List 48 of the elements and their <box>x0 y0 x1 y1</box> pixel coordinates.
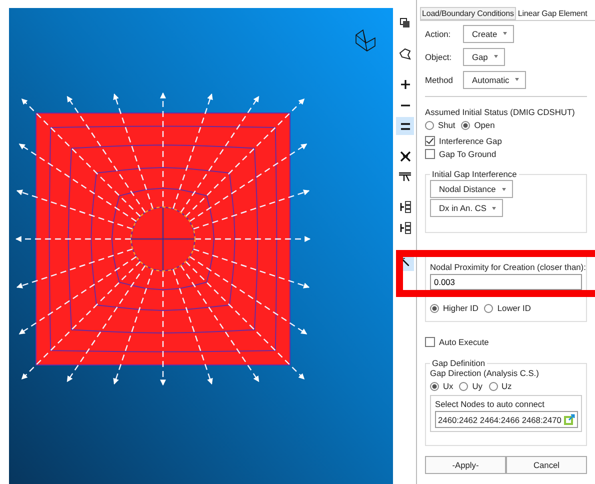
radio-option[interactable]: Shut <box>425 120 456 130</box>
radio-option[interactable]: Higher ID <box>430 303 478 313</box>
radio-option[interactable]: Uy <box>459 381 482 391</box>
radio-option[interactable]: Lower ID <box>484 303 531 313</box>
dialog-button[interactable]: -Apply- <box>425 456 506 474</box>
caret-icon <box>494 55 498 58</box>
radio-option[interactable]: Ux <box>430 381 454 391</box>
list-icon <box>400 222 410 234</box>
pick-icon[interactable] <box>564 414 575 425</box>
equal-icon <box>400 122 410 130</box>
field-label: Gap Direction (Analysis C.S.) <box>430 368 540 378</box>
dropdown[interactable]: Nodal Distance <box>430 180 513 198</box>
dropdown[interactable]: Automatic <box>463 70 526 88</box>
dropdown[interactable]: Dx in An. CS <box>430 199 504 217</box>
radio-option[interactable]: Open <box>461 120 495 130</box>
nodes-value: 2460:2462 2464:2466 2468:2470 <box>438 414 562 424</box>
pointer-icon <box>401 258 409 266</box>
copy-icon <box>400 18 410 28</box>
caret-icon <box>503 32 508 35</box>
checkbox-option[interactable]: Gap To Ground <box>425 149 587 159</box>
nodes-field[interactable]: 2460:2462 2464:2466 2468:2470 <box>435 411 578 428</box>
lasso-icon <box>399 48 411 60</box>
field-label: Select Nodes to auto connect <box>435 399 546 409</box>
field-label: Action: <box>425 28 452 38</box>
field-label: Object: <box>425 52 453 62</box>
checkbox-option[interactable]: Interference Gap <box>425 136 587 146</box>
caret-icon <box>502 188 506 190</box>
field-label: Method <box>425 74 454 84</box>
section-label: Assumed Initial Status (DMIG CDSHUT) <box>425 107 576 117</box>
panel-tab[interactable]: Load/Boundary Conditions <box>420 7 516 20</box>
dropdown[interactable]: Create <box>463 24 514 42</box>
radio-option[interactable]: Uz <box>488 381 512 391</box>
panel-tab[interactable]: Linear Gap Element <box>516 7 590 20</box>
group-title: Initial Gap Interference <box>431 169 518 179</box>
cross-icon <box>400 150 410 162</box>
group-title: Gap Definition <box>431 358 486 368</box>
list-icon <box>400 201 410 213</box>
filter-icon <box>399 172 411 182</box>
zoom-out-icon <box>400 104 410 106</box>
zoom-in-icon <box>400 80 410 88</box>
proximity-field[interactable]: 0.003 <box>430 274 582 290</box>
caret-icon <box>492 206 496 210</box>
axis-triad-icon[interactable] <box>356 29 376 52</box>
checkbox-option[interactable]: Auto Execute <box>425 337 587 347</box>
caret-icon <box>515 78 520 81</box>
dropdown[interactable]: Gap <box>463 48 505 66</box>
dialog-button[interactable]: Cancel <box>506 456 587 474</box>
toolbar-button[interactable] <box>396 117 414 135</box>
